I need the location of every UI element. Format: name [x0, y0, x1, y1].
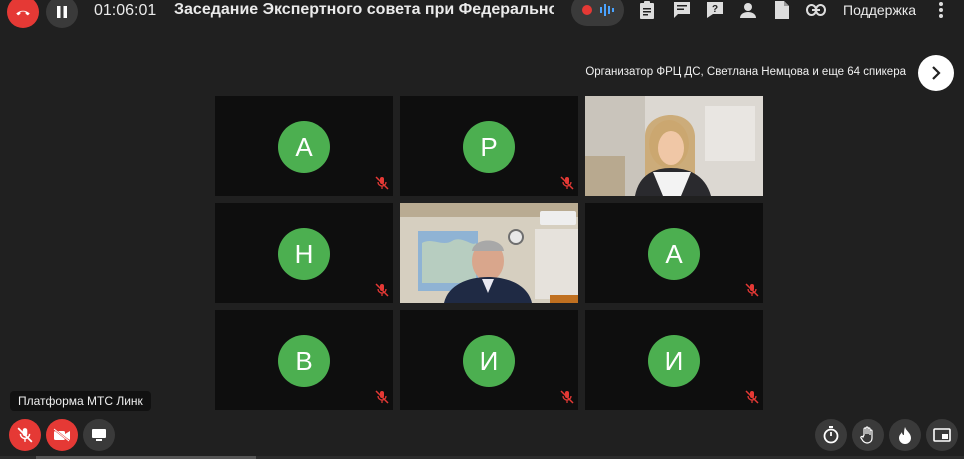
- raise-hand-button[interactable]: [852, 419, 884, 451]
- clipboard-icon: [640, 1, 654, 19]
- mic-off-icon: [745, 390, 759, 404]
- pause-button[interactable]: [46, 0, 78, 28]
- files-button[interactable]: [772, 0, 792, 20]
- more-menu-button[interactable]: [934, 0, 948, 20]
- person-icon: [740, 3, 756, 18]
- record-icon: [581, 5, 592, 15]
- stopwatch-icon: [823, 426, 839, 444]
- top-bar: 01:06:01 Заседание Экспертного совета пр…: [0, 0, 964, 28]
- participant-video: [585, 96, 763, 196]
- picture-in-picture-button[interactable]: [926, 419, 958, 451]
- participant-avatar: И: [648, 335, 700, 387]
- chat-icon: [674, 2, 690, 18]
- participant-video-tile[interactable]: [585, 96, 763, 196]
- question-icon: ?: [707, 2, 723, 18]
- hand-icon: [860, 426, 873, 444]
- mic-off-icon: [745, 283, 759, 297]
- speakers-summary: Организатор ФРЦ ДС, Светлана Немцова и е…: [585, 66, 906, 78]
- reactions-button[interactable]: [889, 419, 921, 451]
- mic-off-icon: [560, 390, 574, 404]
- monitor-icon: [92, 429, 106, 441]
- support-link[interactable]: Поддержка: [843, 2, 916, 18]
- chat-button[interactable]: [672, 0, 692, 20]
- participant-tile[interactable]: И: [400, 310, 578, 410]
- link-icon: [806, 4, 826, 16]
- mic-off-icon: [560, 176, 574, 190]
- participant-avatar: И: [463, 335, 515, 387]
- participants-button[interactable]: [738, 0, 758, 20]
- participant-tile[interactable]: В: [215, 310, 393, 410]
- next-speakers-button[interactable]: [918, 55, 954, 91]
- participant-avatar: А: [278, 121, 330, 173]
- document-icon: [775, 1, 789, 19]
- questions-button[interactable]: ?: [705, 0, 725, 20]
- mic-off-icon: [17, 427, 33, 443]
- participant-avatar: А: [648, 228, 700, 280]
- participant-avatar: Р: [463, 121, 515, 173]
- participant-avatar: Н: [278, 228, 330, 280]
- chevron-right-icon: [932, 66, 941, 80]
- end-call-button[interactable]: [7, 0, 39, 28]
- notes-button[interactable]: [637, 0, 657, 20]
- link-button[interactable]: [806, 0, 826, 20]
- participant-tile[interactable]: Н: [215, 203, 393, 303]
- pause-icon: [57, 6, 67, 18]
- participant-tile[interactable]: И: [585, 310, 763, 410]
- meeting-timer: 01:06:01: [94, 2, 157, 19]
- participant-tile[interactable]: А: [215, 96, 393, 196]
- participant-tile[interactable]: Р: [400, 96, 578, 196]
- participant-tile[interactable]: А: [585, 203, 763, 303]
- recording-indicator[interactable]: [571, 0, 624, 26]
- mic-off-icon: [375, 176, 389, 190]
- svg-text:?: ?: [712, 4, 718, 15]
- phone-hangup-icon: [16, 10, 30, 16]
- toggle-microphone-button[interactable]: [9, 419, 41, 451]
- screen-share-button[interactable]: [83, 419, 115, 451]
- flame-icon: [899, 427, 911, 444]
- audio-level-icon: [599, 4, 614, 16]
- timer-button[interactable]: [815, 419, 847, 451]
- meeting-title: Заседание Экспертного совета при Федерал…: [174, 1, 554, 18]
- kebab-icon: [939, 2, 943, 18]
- participant-video: [400, 203, 578, 303]
- mic-off-icon: [375, 283, 389, 297]
- participant-avatar: В: [278, 335, 330, 387]
- participant-video-tile[interactable]: [400, 203, 578, 303]
- toggle-camera-button[interactable]: [46, 419, 78, 451]
- self-view-label: Платформа МТС Линк: [10, 391, 151, 411]
- mic-off-icon: [375, 390, 389, 404]
- picture-in-picture-icon: [933, 428, 951, 442]
- camera-off-icon: [53, 428, 70, 442]
